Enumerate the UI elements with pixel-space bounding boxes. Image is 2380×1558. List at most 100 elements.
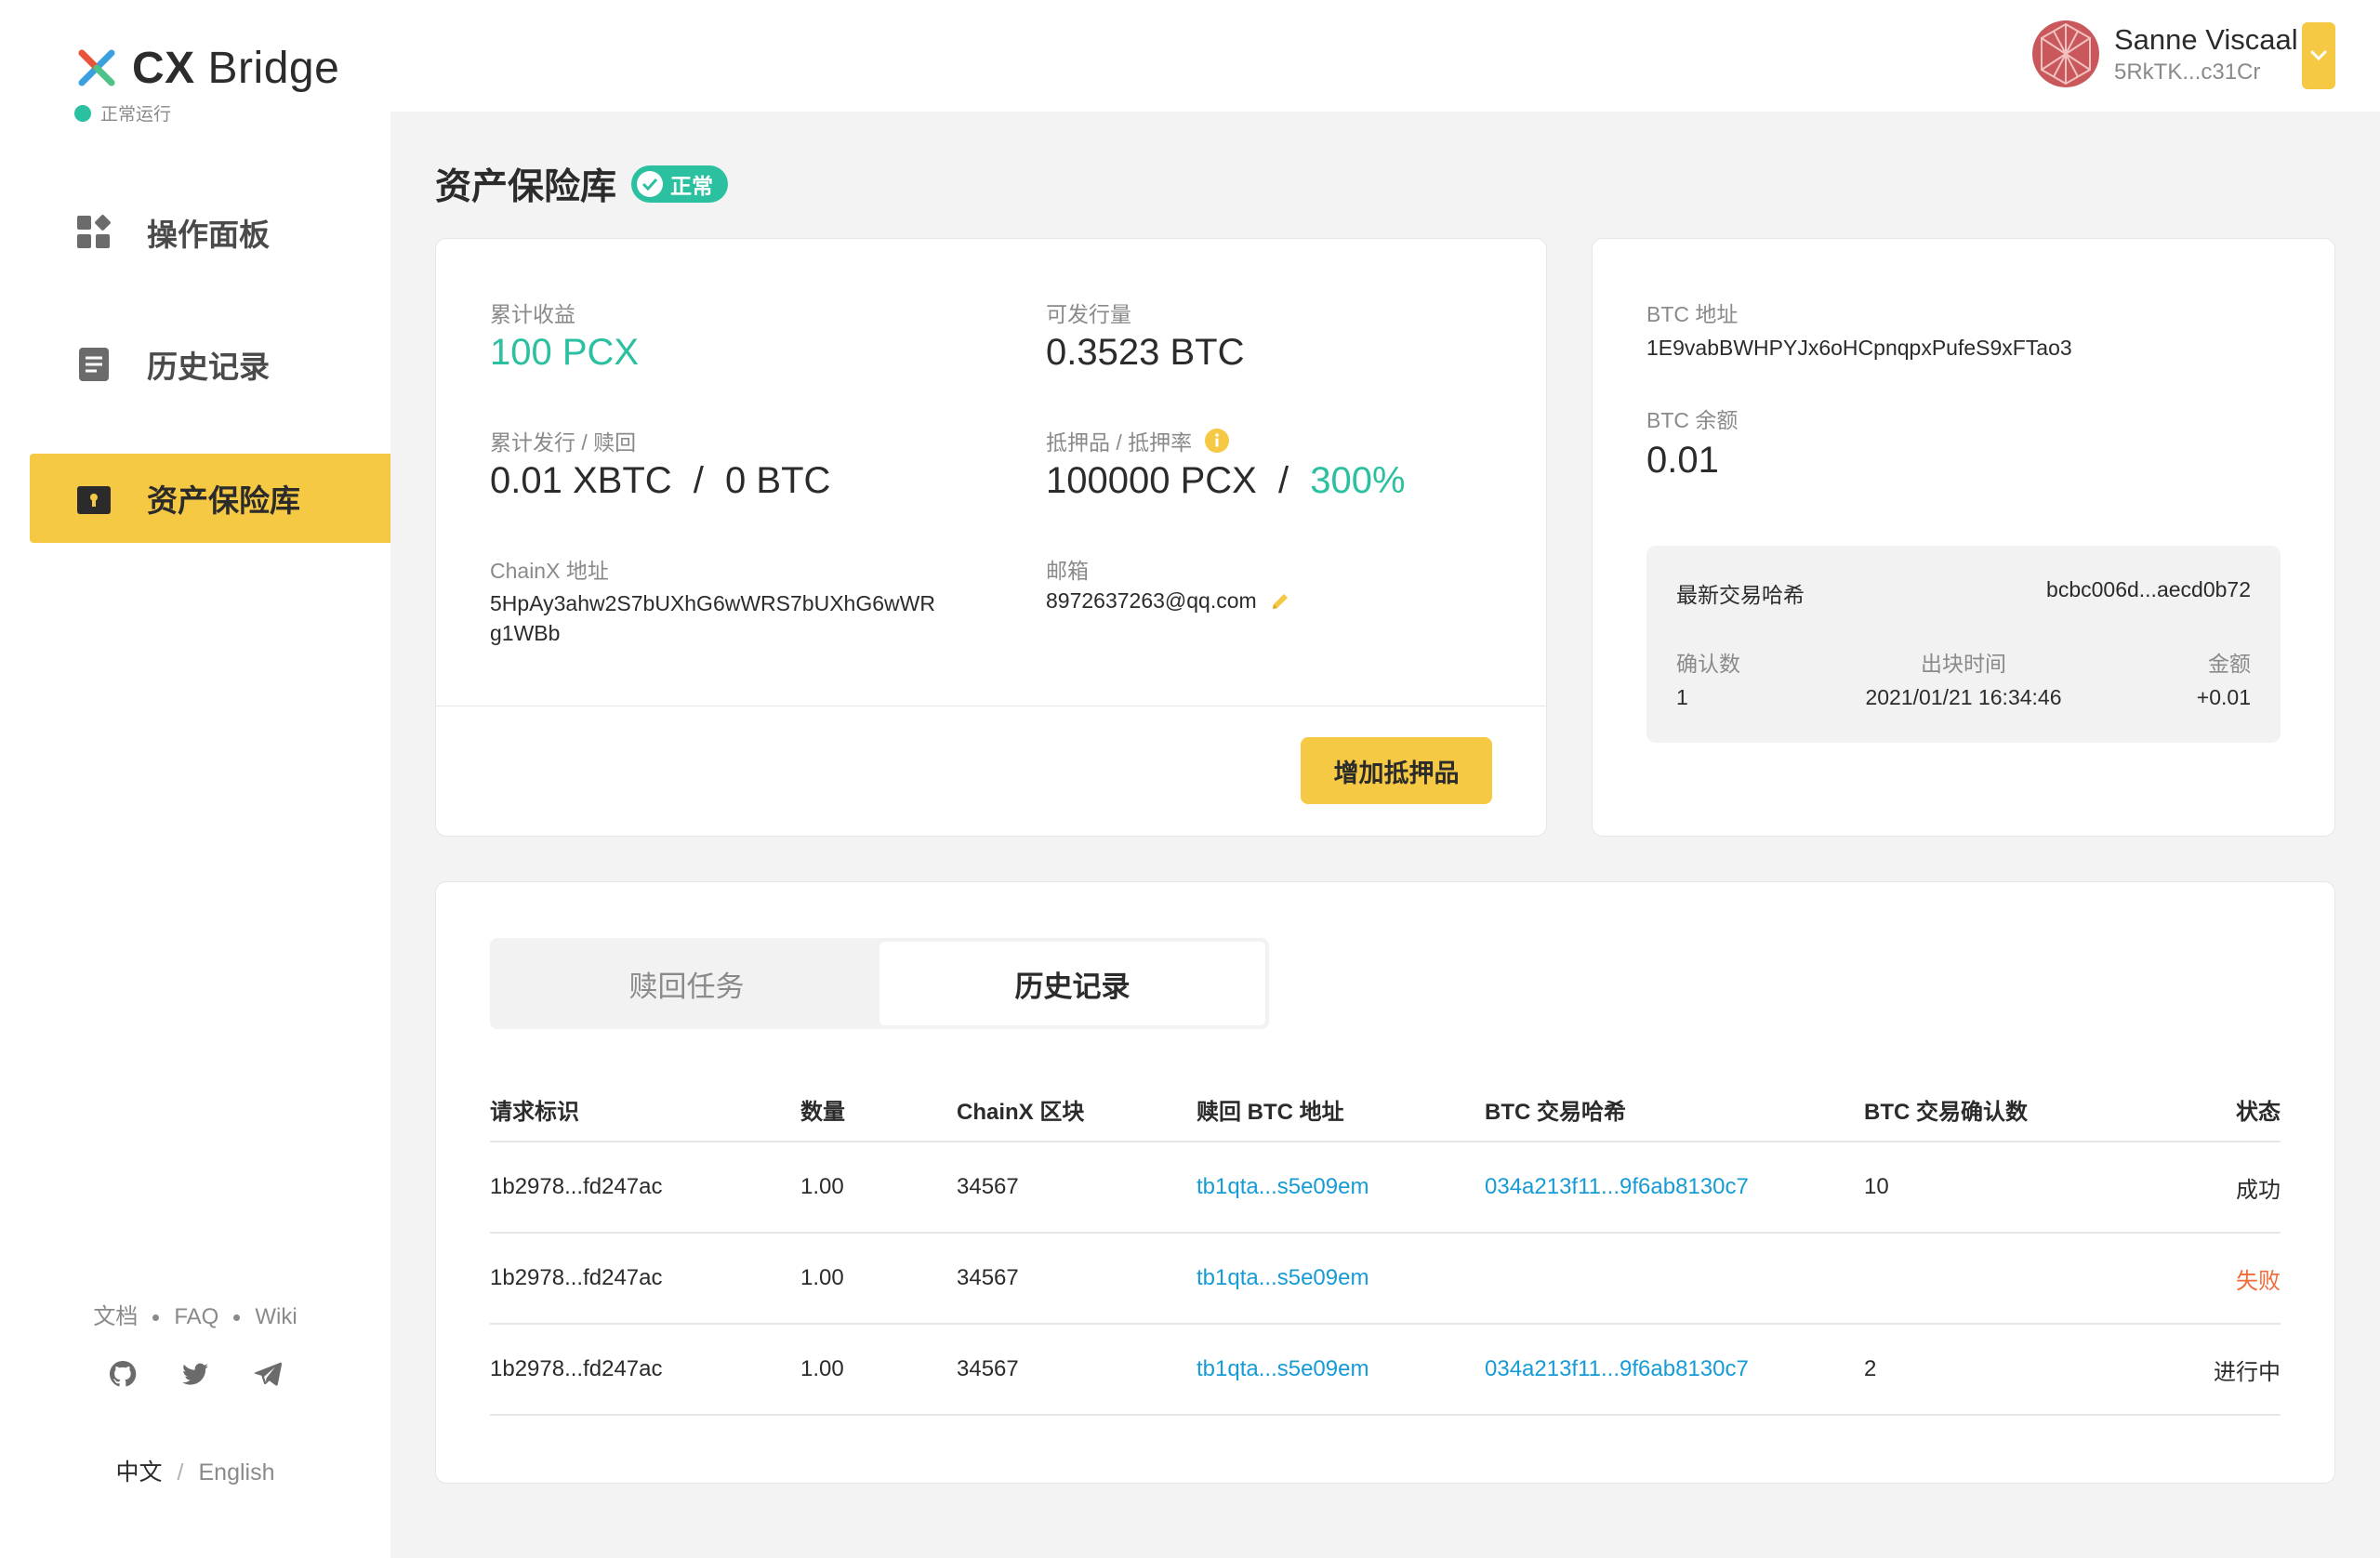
sidebar-item-dashboard[interactable]: 操作面板 xyxy=(30,188,390,277)
separator-dot xyxy=(152,1314,160,1322)
chainx-block: 34567 xyxy=(957,1356,1019,1381)
history-table: 请求标识 数量 ChainX 区块 赎回 BTC 地址 BTC 交易哈希 BTC… xyxy=(490,1077,2281,1416)
btc-address-label: BTC 地址 xyxy=(1646,302,1739,326)
github-icon[interactable] xyxy=(108,1359,138,1389)
chainx-address-line: g1WBb xyxy=(490,621,561,645)
lang-separator: / xyxy=(177,1459,184,1485)
latest-tx-panel: 最新交易哈希 bcbc006d...aecd0b72 确认数 1 出块时间 20… xyxy=(1646,546,2281,743)
table-row: 1b2978...fd247ac 1.00 34567 tb1qta...s5e… xyxy=(490,1234,2281,1325)
value-separator: / xyxy=(1277,460,1289,501)
block-time-label: 出块时间 xyxy=(1921,652,2006,676)
account-menu-toggle[interactable] xyxy=(2302,22,2335,89)
sidebar-item-history[interactable]: 历史记录 xyxy=(30,320,390,409)
email-label: 邮箱 xyxy=(1046,559,1089,583)
edit-icon[interactable] xyxy=(1270,591,1290,612)
tx-hash-link[interactable]: 034a213f11...9f6ab8130c7 xyxy=(1485,1325,1749,1414)
redeemed-value: 0 BTC xyxy=(725,460,831,501)
dashboard-icon xyxy=(76,215,112,250)
lang-en[interactable]: English xyxy=(198,1459,274,1485)
collateral-label-row: 抵押品 / 抵押率 xyxy=(1046,425,1230,456)
issued-redeemed-value: 0.01 XBTC / 0 BTC xyxy=(490,460,830,502)
wiki-link[interactable]: Wiki xyxy=(255,1304,297,1329)
collateral-label: 抵押品 / 抵押率 xyxy=(1046,430,1193,455)
language-switcher: 中文 / English xyxy=(0,1454,390,1487)
app-name: CX Bridge xyxy=(132,43,340,93)
collateral-value-row: 100000 PCX / 300% xyxy=(1046,460,1406,502)
chainx-address-line: 5HpAy3ahw2S7bUXhG6wWRS7bUXhG6wWR xyxy=(490,591,935,615)
footer-links: 文档 FAQ Wiki xyxy=(0,1298,390,1330)
request-id: 1b2978...fd247ac xyxy=(490,1356,663,1381)
amount-label: 金额 xyxy=(2208,652,2251,676)
chainx-address-link[interactable]: 5HpAy3ahw2S7bUXhG6wWRS7bUXhG6wWR g1WBb xyxy=(490,588,935,648)
redeem-address-link[interactable]: tb1qta...s5e09em xyxy=(1197,1142,1368,1232)
table-row: 1b2978...fd247ac 1.00 34567 tb1qta...s5e… xyxy=(490,1142,2281,1234)
page-header: 资产保险库 正常 xyxy=(435,158,729,210)
sidebar-item-label: 历史记录 xyxy=(147,350,270,384)
issuable-value: 0.3523 BTC xyxy=(1046,332,1245,373)
table-row: 1b2978...fd247ac 1.00 34567 tb1qta...s5e… xyxy=(490,1325,2281,1416)
telegram-icon[interactable] xyxy=(253,1359,283,1389)
vault-icon xyxy=(76,481,112,516)
logo-icon xyxy=(78,49,115,86)
vault-summary-card: 累计收益 100 PCX 可发行量 0.3523 BTC 累计发行 / 赎回 0… xyxy=(435,238,1548,837)
sidebar-item-label: 资产保险库 xyxy=(147,483,300,518)
avatar xyxy=(2032,20,2099,87)
social-links xyxy=(0,1359,390,1389)
btc-info-card: BTC 地址 1E9vabBWHPYJx6oHCpnqpxPufeS9xFTao… xyxy=(1592,238,2335,837)
docs-link[interactable]: 文档 xyxy=(93,1304,138,1329)
sidebar: CX Bridge 正常运行 操作面板 历史记录 资产保险库 文档 FAQ Wiki… xyxy=(0,0,390,1558)
app-logo[interactable]: CX Bridge xyxy=(73,43,339,93)
column-header: 状态 xyxy=(2236,1099,2281,1125)
node-status: 正常运行 xyxy=(74,100,171,125)
user-address: 5RkTK...c31Cr xyxy=(2114,59,2261,85)
column-header: BTC 交易确认数 xyxy=(1864,1099,2028,1125)
faq-link[interactable]: FAQ xyxy=(174,1304,218,1329)
column-header: 请求标识 xyxy=(490,1099,579,1125)
tab-switcher: 赎回任务 历史记录 xyxy=(490,938,1269,1029)
redeem-history-card: 赎回任务 历史记录 请求标识 数量 ChainX 区块 赎回 BTC 地址 BT… xyxy=(435,881,2335,1484)
page-title: 资产保险库 xyxy=(435,167,617,207)
confirmations: 10 xyxy=(1864,1174,1889,1199)
tx-hash-link[interactable]: 034a213f11...9f6ab8130c7 xyxy=(1485,1142,1749,1232)
status-text: 进行中 xyxy=(2214,1359,2281,1385)
user-account[interactable]: Sanne Viscaal 5RkTK...c31Cr xyxy=(2032,20,2298,87)
check-icon xyxy=(637,171,664,197)
lang-zh[interactable]: 中文 xyxy=(116,1459,163,1485)
block-time-value: 2021/01/21 16:34:46 xyxy=(1865,685,2062,709)
chainx-address-label: ChainX 地址 xyxy=(490,559,609,583)
collateral-value: 100000 PCX xyxy=(1046,460,1257,501)
amount-value: +0.01 xyxy=(2196,685,2251,709)
amount: 1.00 xyxy=(800,1174,844,1199)
issued-value: 0.01 XBTC xyxy=(490,460,672,501)
status-badge: 正常 xyxy=(631,165,729,203)
btc-address-link[interactable]: 1E9vabBWHPYJx6oHCpnqpxPufeS9xFTao3 xyxy=(1646,336,2072,361)
column-header: 数量 xyxy=(800,1099,845,1125)
chainx-block: 34567 xyxy=(957,1265,1019,1290)
history-icon xyxy=(76,347,112,382)
info-icon[interactable] xyxy=(1205,429,1230,453)
btc-balance-label: BTC 余额 xyxy=(1646,408,1739,432)
latest-tx-label: 最新交易哈希 xyxy=(1676,583,1805,607)
user-name: Sanne Viscaal xyxy=(2114,23,2298,56)
amount: 1.00 xyxy=(800,1356,844,1381)
sidebar-item-vault[interactable]: 资产保险库 xyxy=(30,454,390,543)
tab-redeem-tasks[interactable]: 赎回任务 xyxy=(494,942,879,1025)
chevron-down-icon xyxy=(2310,50,2327,61)
sidebar-item-label: 操作面板 xyxy=(147,218,270,252)
column-header: ChainX 区块 xyxy=(957,1099,1085,1125)
twitter-icon[interactable] xyxy=(180,1359,210,1389)
redeem-address-link[interactable]: tb1qta...s5e09em xyxy=(1197,1234,1368,1323)
confirmations: 2 xyxy=(1864,1356,1877,1381)
earnings-label: 累计收益 xyxy=(490,302,575,326)
latest-tx-hash-link[interactable]: bcbc006d...aecd0b72 xyxy=(2046,577,2251,602)
column-header: 赎回 BTC 地址 xyxy=(1197,1099,1344,1125)
value-separator: / xyxy=(693,460,704,501)
issued-redeemed-label: 累计发行 / 赎回 xyxy=(490,430,637,455)
column-header: BTC 交易哈希 xyxy=(1485,1099,1626,1125)
redeem-address-link[interactable]: tb1qta...s5e09em xyxy=(1197,1325,1368,1414)
status-text: 正常运行 xyxy=(100,105,172,125)
tab-history[interactable]: 历史记录 xyxy=(879,942,1265,1025)
status-text: 成功 xyxy=(2236,1177,2281,1203)
earnings-value: 100 PCX xyxy=(490,332,640,373)
add-collateral-button[interactable]: 增加抵押品 xyxy=(1301,737,1492,804)
